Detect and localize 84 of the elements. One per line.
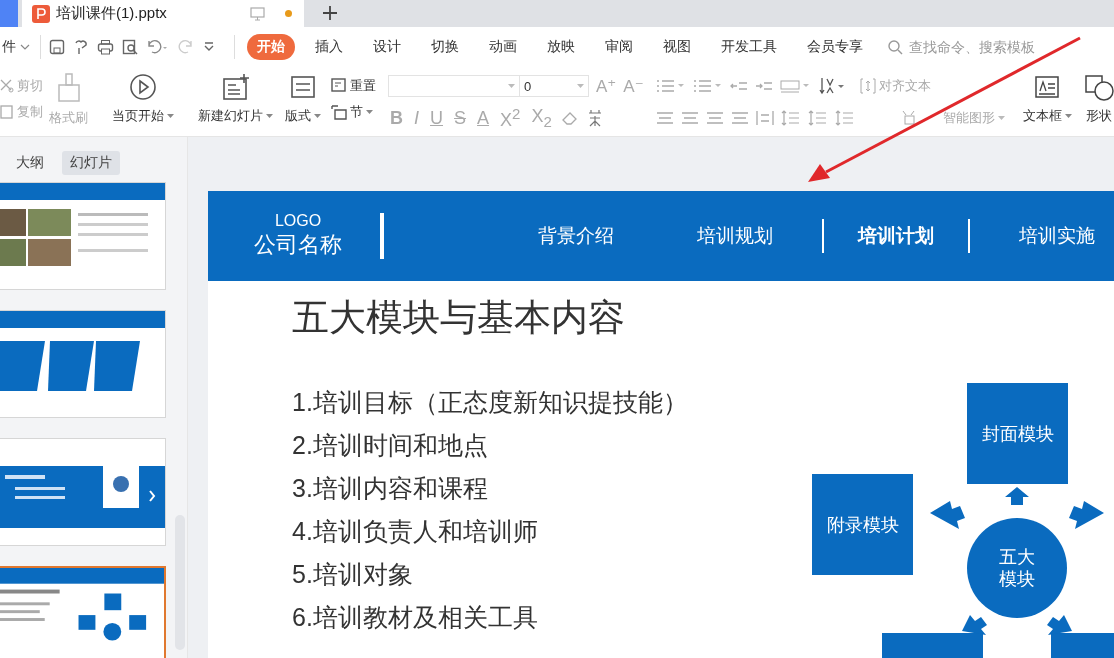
list-item: 2.培训时间和地点 (292, 430, 488, 461)
search-icon (887, 39, 903, 55)
down-left-arrow (962, 615, 987, 635)
align-icon[interactable] (655, 110, 674, 126)
section-icon (331, 104, 347, 120)
list-item: 3.培训内容和课程 (292, 473, 488, 504)
new-slide-button[interactable]: 新建幻灯片 (192, 71, 279, 127)
play-icon (129, 73, 157, 101)
logo-text: LOGO (274, 212, 322, 230)
scissors-icon (0, 79, 14, 93)
layout-icon (290, 73, 316, 101)
caret-icon (577, 84, 584, 88)
play-from-current-button[interactable]: 当页开始 (106, 71, 180, 127)
text-direction-icon[interactable] (779, 78, 812, 94)
bullet-list-icon[interactable] (655, 78, 686, 94)
sort-icon[interactable] (818, 77, 847, 95)
slide-title: 五大模块与基本内容 (292, 296, 626, 340)
right-arrow (1069, 501, 1104, 529)
document-tab[interactable]: 培训课件(1).pptx (22, 0, 304, 27)
align-icon[interactable] (705, 110, 724, 126)
menu-tab[interactable]: 放映 (537, 34, 585, 60)
module-box: 封面模块 (967, 383, 1068, 484)
menu-tab[interactable]: 审阅 (595, 34, 643, 60)
company-name: 公司名称 (254, 231, 342, 259)
document-title: 培训课件(1).pptx (56, 4, 168, 23)
align-text-icon (859, 78, 876, 94)
numbered-list-icon[interactable] (692, 78, 723, 94)
file-menu[interactable]: 件 (2, 38, 16, 56)
text-box-icon (1033, 73, 1062, 101)
menu-tab[interactable]: 会员专享 (797, 34, 873, 60)
module-box: 附录模块 (812, 474, 913, 575)
menu-tab[interactable]: 视图 (653, 34, 701, 60)
center-circle: 五大 模块 (967, 518, 1067, 618)
caret-icon (508, 84, 515, 88)
save-icon[interactable] (49, 39, 65, 55)
reset-button[interactable]: 重置 (331, 77, 376, 95)
copy-icon (0, 105, 14, 119)
panel-tab[interactable]: 大纲 (8, 151, 52, 175)
caret-icon[interactable] (20, 44, 30, 50)
undo-icon[interactable] (146, 39, 170, 55)
menu-tab[interactable]: 设计 (363, 34, 411, 60)
reset-icon (331, 78, 347, 94)
menu-tab[interactable]: 插入 (305, 34, 353, 60)
list-item: 1.培训目标（正态度新知识提技能） (292, 387, 688, 418)
caret-icon (1064, 114, 1072, 118)
caret-icon (997, 116, 1005, 120)
caret-icon (266, 114, 273, 118)
eraser-icon[interactable] (560, 110, 579, 126)
layout-button[interactable]: 版式 (279, 71, 327, 127)
font-name-field[interactable] (388, 75, 520, 97)
shapes-button[interactable]: 形状 (1077, 71, 1114, 127)
menu-tab[interactable]: 开发工具 (711, 34, 787, 60)
list-item: 6.培训教材及相关工具 (292, 602, 538, 633)
list-item: 5.培训对象 (292, 559, 413, 590)
monitor-icon[interactable] (250, 6, 265, 21)
print-preview-icon[interactable] (122, 39, 138, 55)
line-spacing-icon[interactable] (807, 110, 828, 126)
menu-tab[interactable]: 动画 (479, 34, 527, 60)
down-right-arrow (1047, 615, 1072, 635)
line-spacing-icon[interactable] (780, 110, 801, 126)
caret-icon (366, 110, 373, 114)
panel-tab[interactable]: 幻灯片 (62, 151, 120, 175)
new-slide-icon (221, 73, 250, 101)
list-item: 4.培训负责人和培训师 (292, 516, 538, 547)
redo-icon[interactable] (178, 39, 194, 55)
align-icon[interactable] (730, 110, 749, 126)
caret-icon (167, 114, 174, 118)
left-arrow (930, 501, 965, 529)
distribute-icon[interactable] (755, 110, 774, 126)
smart-art-icon (901, 110, 918, 126)
section-button[interactable]: 节 (331, 103, 376, 121)
caret-icon (314, 114, 321, 118)
text-box-button[interactable]: 文本框 (1016, 71, 1078, 127)
align-icon[interactable] (680, 110, 699, 126)
presentation-file-icon (32, 4, 50, 23)
line-spacing-icon[interactable] (834, 110, 855, 126)
print-icon[interactable] (97, 39, 114, 55)
up-arrow (1005, 487, 1029, 505)
slide-thumbnail[interactable] (0, 566, 166, 658)
font-size-field[interactable]: 0 (519, 75, 589, 97)
new-tab-icon[interactable] (322, 5, 338, 21)
menu-tab[interactable]: 切换 (421, 34, 469, 60)
brush-icon (55, 73, 82, 103)
search-field[interactable]: 查找命令、搜索模板 (887, 38, 1071, 56)
